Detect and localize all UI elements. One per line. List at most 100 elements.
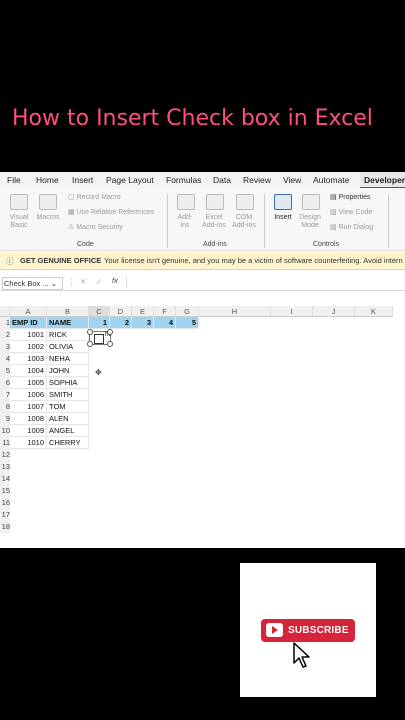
emp-id-cell[interactable]: 1001	[10, 329, 47, 341]
row-header[interactable]: 15	[0, 485, 10, 497]
header-name[interactable]: NAME	[47, 317, 89, 329]
macros-icon[interactable]	[39, 194, 57, 210]
header-day[interactable]: 4	[154, 317, 176, 329]
header-day[interactable]: 2	[110, 317, 132, 329]
emp-id-cell[interactable]: 1007	[10, 401, 47, 413]
emp-id-cell[interactable]: 1009	[10, 425, 47, 437]
emp-id-cell[interactable]: 1006	[10, 389, 47, 401]
emp-id-cell[interactable]: 1004	[10, 365, 47, 377]
emp-id-cell[interactable]: 1003	[10, 353, 47, 365]
menu-insert[interactable]: Insert	[72, 175, 93, 185]
subscribe-button[interactable]: SUBSCRIBE	[261, 619, 355, 642]
row-header[interactable]: 7	[0, 389, 10, 401]
view-code-button[interactable]: ▧ View Code	[330, 209, 372, 217]
name-cell[interactable]: ALEN	[47, 413, 89, 425]
name-cell[interactable]: CHERRY	[47, 437, 89, 449]
column-header[interactable]: G	[176, 306, 199, 317]
design-mode-button[interactable]: Design Mode	[296, 214, 324, 230]
name-cell[interactable]: JOHN	[47, 365, 89, 377]
row-header[interactable]: 13	[0, 461, 10, 473]
name-cell[interactable]: SMITH	[47, 389, 89, 401]
insert-controls-button[interactable]: Insert	[270, 214, 296, 222]
menu-view[interactable]: View	[283, 175, 301, 185]
row-header[interactable]: 9	[0, 413, 10, 425]
name-cell[interactable]: TOM	[47, 401, 89, 413]
menu-formulas[interactable]: Formulas	[166, 175, 201, 185]
header-day[interactable]: 1	[89, 317, 110, 329]
column-header[interactable]: K	[355, 306, 393, 317]
com-add-ins-button[interactable]: COM Add-ins	[229, 214, 259, 230]
row-header[interactable]: 18	[0, 521, 10, 533]
column-header[interactable]: F	[154, 306, 176, 317]
name-box[interactable]: Check Box ... ⌄	[2, 277, 63, 290]
row-header[interactable]: 1	[0, 317, 10, 329]
cancel-icon[interactable]: ✕	[80, 277, 86, 286]
row-header[interactable]: 8	[0, 401, 10, 413]
row-header[interactable]: 10	[0, 425, 10, 437]
relative-refs-button[interactable]: ▦ Use Relative References	[68, 209, 154, 217]
add-ins-button[interactable]: Add- ins	[172, 214, 198, 230]
name-cell[interactable]: RICK	[47, 329, 89, 341]
column-header[interactable]: A	[10, 306, 47, 317]
row-header[interactable]: 11	[0, 437, 10, 449]
row-header[interactable]: 6	[0, 377, 10, 389]
excel-add-ins-button[interactable]: Excel Add-ins	[199, 214, 229, 230]
header-emp-id[interactable]: EMP ID	[10, 317, 47, 329]
menu-developer[interactable]: Developer	[360, 172, 405, 189]
emp-id-cell[interactable]: 1008	[10, 413, 47, 425]
resize-handle[interactable]	[107, 329, 113, 335]
visual-basic-icon[interactable]	[10, 194, 28, 210]
name-cell[interactable]: ANGEL	[47, 425, 89, 437]
menu-home[interactable]: Home	[36, 175, 59, 185]
properties-button[interactable]: ▤ Properties	[330, 194, 370, 202]
header-day[interactable]: 5	[176, 317, 199, 329]
name-cell[interactable]: OLIVIA	[47, 341, 89, 353]
run-dialog-button[interactable]: ▨ Run Dialog	[330, 224, 373, 232]
column-header[interactable]: H	[199, 306, 271, 317]
header-day[interactable]: 3	[132, 317, 154, 329]
checkbox-icon[interactable]	[94, 334, 104, 344]
menu-review[interactable]: Review	[243, 175, 271, 185]
insert-controls-icon[interactable]	[274, 194, 292, 210]
formula-input[interactable]	[126, 277, 403, 288]
column-header[interactable]: J	[313, 306, 355, 317]
record-macro-button[interactable]: ▢ Record Macro	[68, 194, 121, 202]
emp-id-cell[interactable]: 1002	[10, 341, 47, 353]
checkbox-control[interactable]: he	[87, 329, 113, 347]
macros-button[interactable]: Macros	[34, 214, 62, 222]
row-header[interactable]: 12	[0, 449, 10, 461]
menu-page-layout[interactable]: Page Layout	[106, 175, 154, 185]
row-header[interactable]: 5	[0, 365, 10, 377]
name-cell[interactable]: NEHA	[47, 353, 89, 365]
row-header[interactable]: 4	[0, 353, 10, 365]
com-add-ins-icon[interactable]	[236, 194, 254, 210]
select-all-corner[interactable]	[0, 306, 10, 317]
function-icon[interactable]: fx	[112, 276, 118, 285]
more-icon[interactable]: ⋮	[68, 277, 76, 286]
emp-id-cell[interactable]: 1005	[10, 377, 47, 389]
design-mode-icon[interactable]	[302, 194, 320, 210]
column-header[interactable]: B	[47, 306, 89, 317]
column-header[interactable]: C	[89, 306, 110, 317]
menu-file[interactable]: File	[7, 175, 21, 185]
row-header[interactable]: 2	[0, 329, 10, 341]
excel-add-ins-icon[interactable]	[206, 194, 224, 210]
resize-handle[interactable]	[107, 341, 113, 347]
resize-handle[interactable]	[87, 341, 93, 347]
visual-basic-button[interactable]: Visual Basic	[4, 214, 34, 230]
row-header[interactable]: 16	[0, 497, 10, 509]
add-ins-icon[interactable]	[177, 194, 195, 210]
menu-automate[interactable]: Automate	[313, 175, 349, 185]
name-cell[interactable]: SOPHIA	[47, 377, 89, 389]
row-header[interactable]: 17	[0, 509, 10, 521]
row-header[interactable]: 14	[0, 473, 10, 485]
enter-icon[interactable]: ✓	[96, 277, 102, 286]
column-header[interactable]: I	[271, 306, 313, 317]
column-header[interactable]: D	[110, 306, 132, 317]
menu-data[interactable]: Data	[213, 175, 231, 185]
macro-security-button[interactable]: ⚠ Macro Security	[68, 224, 123, 232]
row-header[interactable]: 3	[0, 341, 10, 353]
resize-handle[interactable]	[87, 329, 93, 335]
column-header[interactable]: E	[132, 306, 154, 317]
emp-id-cell[interactable]: 1010	[10, 437, 47, 449]
